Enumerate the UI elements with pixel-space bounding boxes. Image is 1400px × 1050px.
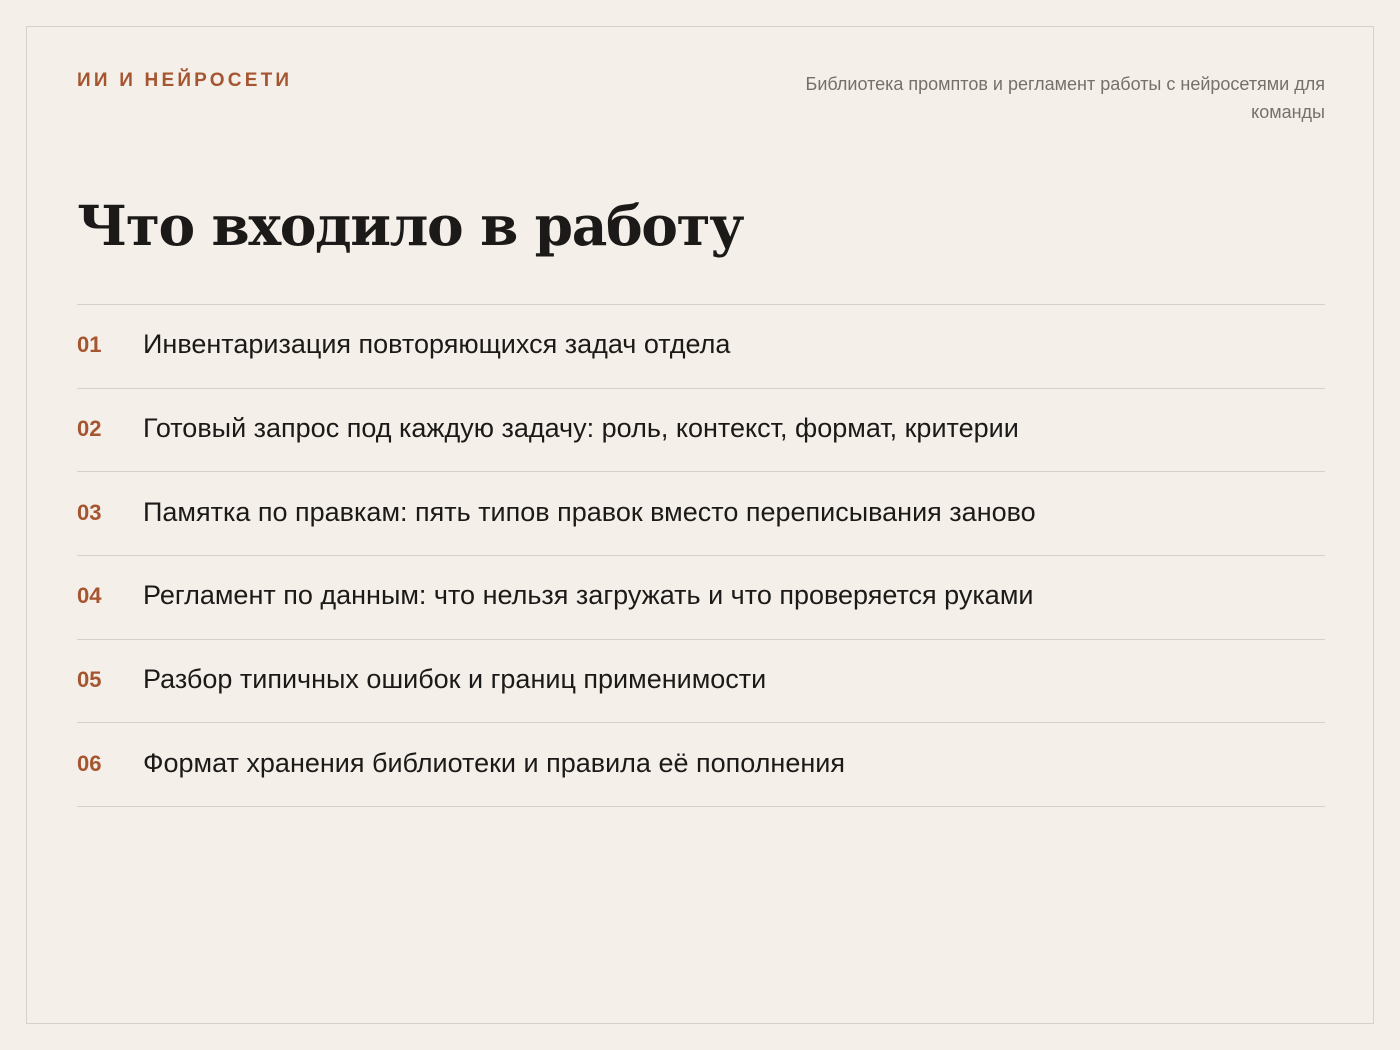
- list-item-text: Памятка по правкам: пять типов правок вм…: [143, 496, 1036, 527]
- list-item: 06 Формат хранения библиотеки и правила …: [77, 723, 1325, 808]
- list-item: 03 Памятка по правкам: пять типов правок…: [77, 472, 1325, 557]
- list-item-text: Инвентаризация повторяющихся задач отдел…: [143, 329, 731, 360]
- list-item: 02 Готовый запрос под каждую задачу: рол…: [77, 389, 1325, 473]
- work-items-list: 01 Инвентаризация повторяющихся задач от…: [77, 304, 1325, 808]
- project-subtitle: Библиотека промптов и регламент работы с…: [805, 74, 1325, 122]
- list-item-number: 05: [77, 667, 102, 693]
- list-item-number: 01: [77, 332, 102, 358]
- list-item-text: Регламент по данным: что нельзя загружат…: [143, 580, 1034, 611]
- page-title: Что входило в работу: [77, 193, 744, 258]
- list-item: 05 Разбор типичных ошибок и границ приме…: [77, 640, 1325, 724]
- slide-header: ИИ И НЕЙРОСЕТИ Библиотека промптов и рег…: [77, 69, 1325, 126]
- list-item-number: 04: [77, 583, 102, 609]
- list-item: 01 Инвентаризация повторяющихся задач от…: [77, 305, 1325, 389]
- section-kicker: ИИ И НЕЙРОСЕТИ: [77, 70, 293, 91]
- list-item-text: Разбор типичных ошибок и границ применим…: [143, 664, 767, 695]
- list-item-number: 03: [77, 499, 102, 525]
- list-item: 04 Регламент по данным: что нельзя загру…: [77, 556, 1325, 640]
- list-item-number: 02: [77, 416, 102, 442]
- list-item-text: Готовый запрос под каждую задачу: роль, …: [143, 413, 1019, 444]
- list-item-text: Формат хранения библиотеки и правила её …: [143, 747, 845, 778]
- list-item-number: 06: [77, 750, 102, 776]
- slide: ИИ И НЕЙРОСЕТИ Библиотека промптов и рег…: [26, 26, 1374, 1024]
